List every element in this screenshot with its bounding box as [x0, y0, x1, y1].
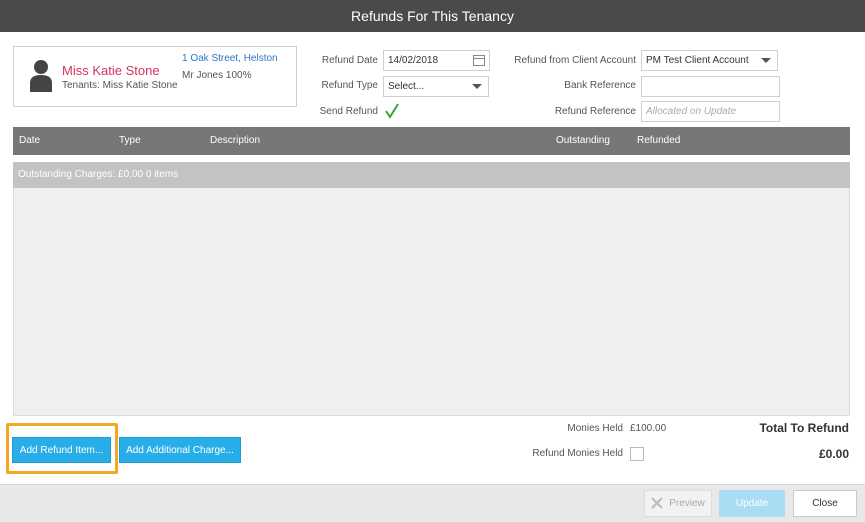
preview-button[interactable]: Preview — [644, 490, 712, 517]
refund-date-value: 14/02/2018 — [388, 55, 439, 66]
person-silhouette-icon — [30, 60, 52, 92]
add-refund-item-button[interactable]: Add Refund Item... — [12, 437, 111, 463]
dialog-footer: Preview Update Close — [0, 484, 865, 522]
refund-items-grid[interactable] — [13, 188, 850, 416]
landlord-share: Mr Jones 100% — [182, 70, 252, 81]
refund-monies-held-checkbox[interactable] — [630, 447, 644, 461]
preview-label: Preview — [669, 498, 705, 509]
window-title: Refunds For This Tenancy — [0, 0, 865, 32]
bank-reference-input[interactable] — [641, 76, 780, 97]
property-address-link[interactable]: 1 Oak Street, Helston — [182, 53, 278, 64]
refund-type-label: Refund Type — [321, 80, 378, 91]
close-icon — [651, 497, 663, 510]
refund-reference-label: Refund Reference — [554, 106, 636, 117]
close-button[interactable]: Close — [793, 490, 857, 517]
client-account-label: Refund from Client Account — [514, 55, 636, 66]
chevron-down-icon — [761, 58, 771, 63]
outstanding-charges-group[interactable]: Outstanding Charges: £0.00 0 items — [13, 162, 850, 188]
grid-header: Date Type Description Outstanding Refund… — [13, 127, 850, 155]
tenants-list: Tenants: Miss Katie Stone — [62, 80, 178, 91]
column-header-refunded[interactable]: Refunded — [637, 135, 680, 146]
send-refund-label: Send Refund — [319, 106, 378, 117]
send-refund-checkbox[interactable] — [385, 103, 399, 119]
refund-type-value: Select... — [388, 81, 425, 92]
add-additional-charge-button[interactable]: Add Additional Charge... — [119, 437, 241, 463]
calendar-icon[interactable] — [473, 55, 485, 66]
bank-reference-label: Bank Reference — [564, 80, 636, 91]
client-account-value: PM Test Client Account — [646, 55, 749, 66]
refund-reference-input[interactable]: Allocated on Update — [641, 101, 780, 122]
total-to-refund-value: £0.00 — [818, 447, 849, 461]
column-header-date[interactable]: Date — [19, 135, 40, 146]
tenant-name: Miss Katie Stone — [62, 63, 160, 78]
refund-reference-placeholder: Allocated on Update — [646, 106, 737, 117]
column-header-type[interactable]: Type — [119, 135, 141, 146]
monies-held-value: £100.00 — [630, 423, 667, 434]
client-account-select[interactable]: PM Test Client Account — [641, 50, 778, 71]
chevron-down-icon — [472, 84, 482, 89]
total-to-refund-label: Total To Refund — [759, 421, 849, 435]
tenant-card: Miss Katie Stone Tenants: Miss Katie Sto… — [13, 46, 297, 107]
refund-type-select[interactable]: Select... — [383, 76, 489, 97]
column-header-outstanding[interactable]: Outstanding — [556, 135, 610, 146]
refund-date-label: Refund Date — [321, 55, 378, 66]
update-button[interactable]: Update — [719, 490, 785, 517]
monies-held-label: Monies Held — [567, 423, 623, 434]
refund-date-input[interactable]: 14/02/2018 — [383, 50, 490, 71]
refund-monies-held-label: Refund Monies Held — [532, 448, 623, 459]
column-header-description[interactable]: Description — [210, 135, 260, 146]
